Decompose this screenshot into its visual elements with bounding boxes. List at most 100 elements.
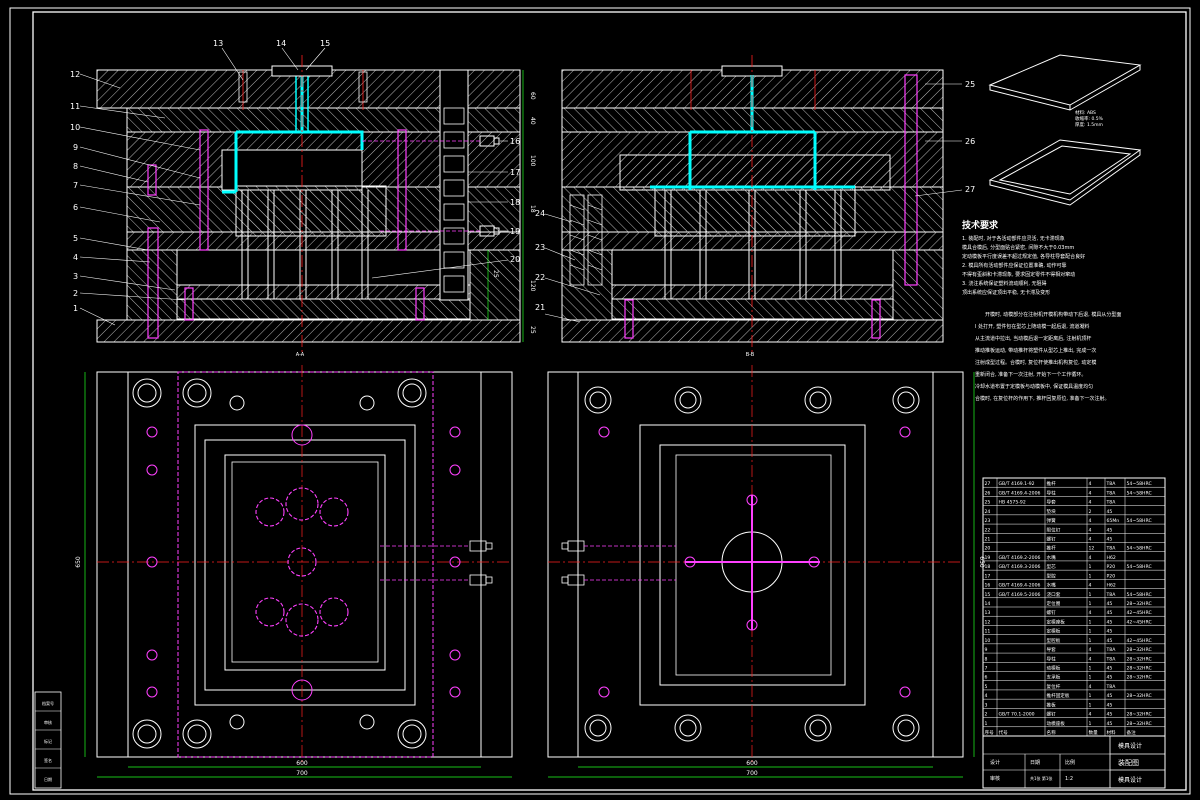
bom-cell: 16: [985, 583, 991, 589]
title-checker: 审核: [990, 775, 1000, 782]
bom-cell: 45: [1107, 666, 1113, 672]
bom-cell: 1: [1089, 638, 1092, 644]
bom-cell: T8A: [1106, 656, 1117, 662]
bom-cell: 54~58HRC: [1127, 546, 1152, 552]
left-stamp-block: 档案号 审核 标记 签名 日期: [34, 691, 62, 789]
callout-22: 22: [535, 273, 545, 282]
bom-cell: 11: [985, 629, 991, 635]
bom-cell: 水嘴: [1047, 554, 1057, 561]
bom-cell: 28~32HRC: [1127, 693, 1152, 699]
bom-cell: 螺钉: [1047, 711, 1057, 718]
tech-req-4: 不得有歪斜和卡滞现象, 要求固定零件不得相对窜动: [962, 271, 1075, 278]
callout-10: 10: [70, 123, 80, 132]
plan-left-dim-height: 650: [75, 556, 82, 568]
bom-cell: 1: [985, 721, 988, 727]
tech-req-6: 顶出系统应保证顶出平稳, 无卡滞及变形: [962, 289, 1050, 296]
callout-26: 26: [965, 137, 975, 146]
bom-cell: 定模座板: [1047, 618, 1066, 625]
bom-cell: 5: [985, 684, 988, 690]
bom-cell: GB/T 4169.1-92: [999, 481, 1035, 487]
plan-left-dim-outer: 700: [296, 770, 308, 777]
bom-cell: H62: [1107, 583, 1116, 589]
section-label-a: A-A: [296, 352, 305, 358]
bom-cell: 24: [985, 509, 991, 515]
bom-cell: 54~58HRC: [1127, 490, 1152, 496]
bom-cell: 45: [1107, 721, 1113, 727]
bom-cell: 28~32HRC: [1127, 647, 1152, 653]
vdim-6: 25: [529, 326, 536, 334]
bom-cell: 螺钉: [1047, 536, 1057, 543]
callout-14: 14: [276, 39, 286, 48]
title-drawing: 装配图: [1118, 758, 1139, 767]
bom-cell: 3: [985, 702, 988, 708]
principle-2: 从主流道中拉出, 当动模后退一定距离后, 注射机顶杆: [975, 335, 1091, 342]
tech-req-5: 3. 浇注系统保证塑料流动顺利, 无阻碍: [962, 280, 1047, 287]
bom-cell: 45: [1107, 693, 1113, 699]
title-sheet-note: 共1张 第1张: [1030, 775, 1052, 781]
principle-6: 冷却水道布置于定模板与动模板中, 保证模具温度均匀: [975, 383, 1093, 390]
callout-23: 23: [535, 243, 545, 252]
principle-0: 开模时, 动模部分在注射机开模机构带动下后退, 模具从分型面: [985, 311, 1121, 318]
callout-4: 4: [73, 253, 78, 262]
principle-5: 重新闭合, 准备下一次注射, 开始下一个工作循环。: [975, 371, 1086, 378]
bom-cell: 8: [985, 656, 988, 662]
callout-6: 6: [73, 203, 78, 212]
bom-cell: 导套: [1047, 499, 1057, 506]
callout-24: 24: [535, 209, 545, 218]
bom-cell: 54~58HRC: [1127, 518, 1152, 524]
bom-cell: 4: [1089, 610, 1092, 616]
stamp-label-3: 签名: [44, 757, 52, 763]
bom-header-cell: 材料: [1107, 729, 1117, 736]
bom-cell: 45: [1107, 537, 1113, 543]
bom-cell: 2: [985, 712, 988, 718]
bom-cell: 28~32HRC: [1127, 656, 1152, 662]
bom-cell: P20: [1107, 564, 1116, 570]
tech-req-0: 1. 装配时, 对于各活动部件应灵活, 无卡滞现象: [962, 235, 1065, 242]
bom-cell: 1: [1089, 629, 1092, 635]
bom-cell: 限位钉: [1047, 526, 1061, 533]
tech-req-3: 2. 模具所有活动部件应保证位置准确, 动作可靠: [962, 262, 1067, 269]
title-designer: 设计: [990, 759, 1000, 766]
bom-cell: T8A: [1106, 500, 1117, 506]
bom-cell: 12: [985, 619, 991, 625]
part-isometric-top: [988, 54, 1142, 111]
bom-cell: 13: [985, 610, 991, 616]
section-label-b: B-B: [746, 352, 755, 358]
vdim-0: 60: [529, 92, 536, 100]
bom-cell: 18: [985, 564, 991, 570]
bom-cell: 型腔: [1047, 572, 1057, 579]
callout-3: 3: [73, 272, 78, 281]
bom-cell: 1: [1089, 619, 1092, 625]
bom-cell: 4: [1089, 656, 1092, 662]
bom-cell: 导套: [1047, 646, 1057, 653]
bom-cell: T8A: [1106, 490, 1117, 496]
principle-1: I 处打开, 塑件包在型芯上随动模一起后退, 流道凝料: [975, 323, 1089, 330]
bom-cell: 27: [985, 481, 991, 487]
tech-req-2: 定动模板平行度误差不超过规定值, 各导柱导套配合良好: [962, 253, 1085, 260]
bom-cell: 45: [1107, 702, 1113, 708]
bom-cell: 动模座板: [1047, 720, 1066, 727]
bom-cell: GB/T 4169.4-2006: [999, 490, 1041, 496]
bom-cell: 浇口套: [1047, 591, 1061, 598]
bom-cell: T8A: [1106, 684, 1117, 690]
bom-cell: 1: [1089, 564, 1092, 570]
bom-cell: 19: [985, 555, 991, 561]
bom-cell: 4: [1089, 712, 1092, 718]
bom-cell: 1: [1089, 675, 1092, 681]
title-scale-label: 比例: [1065, 759, 1075, 766]
bom-cell: 垫块: [1047, 508, 1057, 515]
bom-cell: 1: [1089, 666, 1092, 672]
vdim-2: 100: [529, 155, 536, 167]
bom-cell: T8A: [1106, 592, 1117, 598]
callout-7: 7: [73, 181, 78, 190]
bom-cell: 2: [1089, 509, 1092, 515]
bom-cell: H62: [1107, 555, 1116, 561]
callout-8: 8: [73, 162, 78, 171]
bom-cell: 6: [985, 675, 988, 681]
plan-right-dim-inner: 600: [746, 760, 758, 767]
bom-cell: 推板: [1047, 701, 1057, 708]
bom-cell: 45: [1107, 675, 1113, 681]
drawing-canvas: 档案号 审核 标记 签名 日期 60 40 100 18 120 25 25 A…: [9, 7, 1191, 795]
bom-table: 27 GB/T 4169.1-92 推杆 4 T8A 54~58HRC26 GB/T 416…: [982, 477, 1166, 737]
stamp-label-2: 标记: [44, 738, 52, 744]
